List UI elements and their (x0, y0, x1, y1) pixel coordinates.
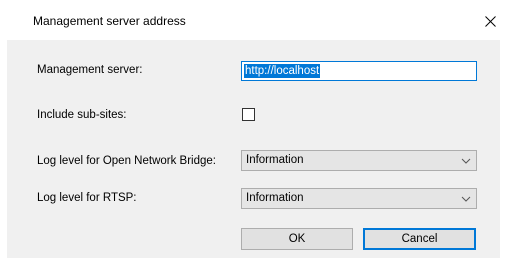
cancel-button[interactable]: Cancel (363, 228, 476, 250)
management-server-value: http://localhost (244, 64, 321, 78)
include-subsites-label: Include sub-sites: (37, 109, 127, 121)
rtsp-log-level-select[interactable]: Information (241, 188, 477, 209)
title-bar: Management server address (0, 0, 506, 40)
rtsp-log-level-label: Log level for RTSP: (37, 192, 137, 204)
management-server-dialog: Management server address Management ser… (0, 0, 506, 261)
onb-log-level-select[interactable]: Information (241, 150, 477, 171)
management-server-label: Management server: (37, 64, 143, 76)
chevron-down-icon (461, 158, 471, 164)
rtsp-log-level-value: Information (246, 192, 304, 204)
include-subsites-checkbox[interactable] (242, 108, 255, 121)
close-icon (484, 15, 496, 27)
onb-log-level-label: Log level for Open Network Bridge: (37, 155, 216, 167)
ok-button[interactable]: OK (241, 228, 353, 250)
close-button[interactable] (476, 8, 504, 34)
chevron-down-icon (461, 196, 471, 202)
management-server-input[interactable]: http://localhost (241, 61, 477, 81)
onb-log-level-value: Information (246, 154, 304, 166)
window-title: Management server address (33, 14, 186, 28)
